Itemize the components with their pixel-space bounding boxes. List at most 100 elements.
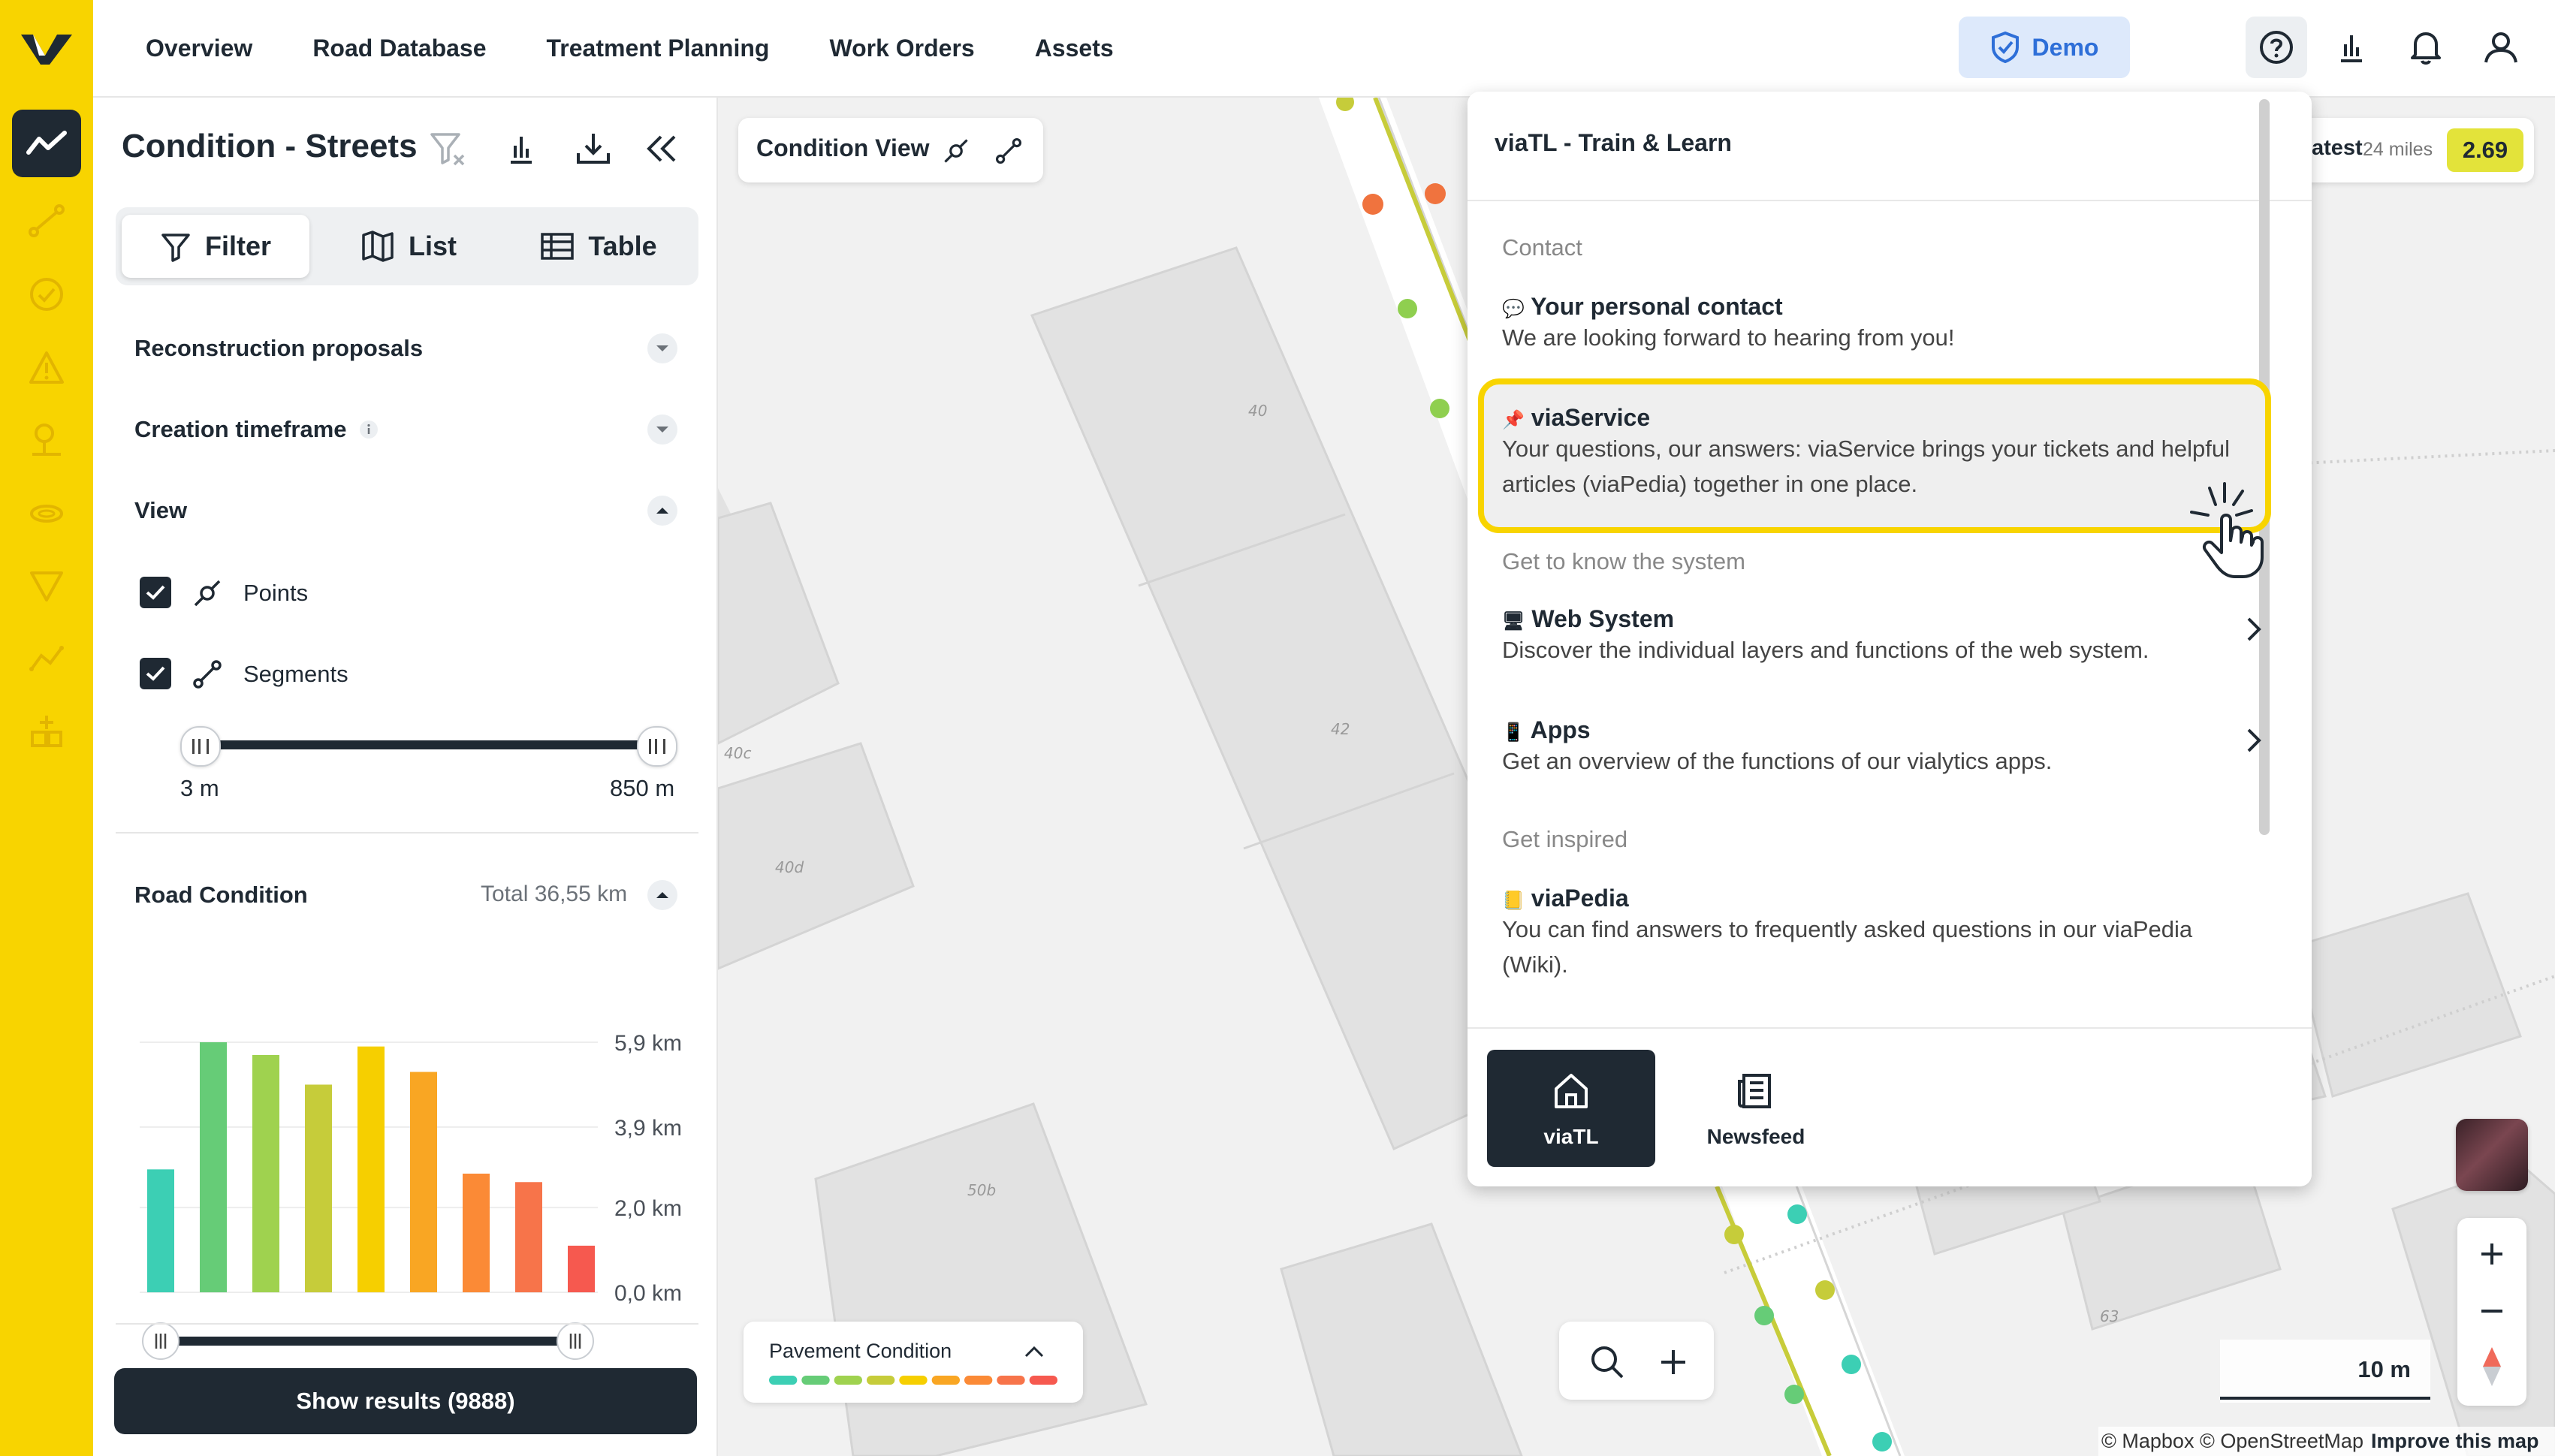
compass-icon[interactable] [2480,1346,2504,1388]
demo-label: Demo [2032,33,2099,61]
latest-label: atest [2312,136,2363,160]
condition-max-handle[interactable] [557,1322,594,1360]
check-circle-nav-icon[interactable] [24,272,69,317]
chart-bar[interactable] [357,1046,385,1292]
pointer-hand-icon [2190,482,2264,578]
newspaper-icon [1738,1074,1771,1108]
attribution-text[interactable]: © Mapbox © OpenStreetMap [2101,1430,2363,1453]
street-image-thumbnail[interactable] [2456,1119,2528,1191]
search-icon[interactable] [1589,1344,1625,1380]
app-sidebar [0,0,93,1456]
chevron-up-icon[interactable] [647,496,677,526]
train-and-learn-popup: viaTL - Train & Learn Contact 💬 Your per… [1468,92,2312,1186]
zoom-out-icon[interactable] [2477,1296,2507,1326]
chevron-right-icon[interactable] [2243,725,2265,755]
manhole-nav-icon[interactable] [24,491,69,536]
segments-icon [193,660,222,689]
add-icon[interactable] [1658,1347,1688,1377]
zoom-controls [2457,1218,2526,1406]
tab-list-label: List [408,231,457,261]
divider [116,832,698,834]
condition-range-track[interactable] [161,1337,575,1346]
road-condition-total: Total 36,55 km [481,882,628,906]
route-nav-icon[interactable] [24,635,69,680]
demo-button[interactable]: Demo [1959,17,2130,78]
road-condition-title[interactable]: Road Condition [134,882,308,909]
nav-assets[interactable]: Assets [1035,35,1114,62]
warning-nav-icon[interactable] [24,345,69,390]
chevron-down-icon[interactable] [647,333,677,363]
clear-filter-icon[interactable] [427,128,469,170]
chevron-right-icon[interactable] [2243,614,2265,644]
collapse-panel-icon[interactable] [640,128,682,170]
chevron-down-icon[interactable] [647,414,677,445]
zoom-in-icon[interactable] [2477,1239,2507,1269]
length-max-handle[interactable] [637,726,677,767]
show-results-button[interactable]: Show results (9888) [114,1368,697,1434]
house-number-label: 42 [1331,720,1350,738]
chart-bar[interactable] [463,1173,490,1292]
apps-desc: Get an overview of the functions of our … [1502,748,2053,774]
viaservice-desc: Your questions, our answers: viaService … [1502,436,2230,497]
tab-filter[interactable]: Filter [122,215,309,278]
chart-bar[interactable] [200,1042,227,1292]
pavement-condition-legend[interactable]: Pavement Condition [744,1322,1083,1403]
legend-swatch [769,1376,798,1385]
help-icon[interactable] [2246,17,2307,78]
legend-swatch [931,1376,960,1385]
creation-timeframe-row[interactable]: Creation timeframe [134,416,379,443]
statistics-icon[interactable] [2321,17,2382,78]
info-icon[interactable] [359,420,379,439]
reconstruction-proposals-label[interactable]: Reconstruction proposals [134,335,423,362]
condition-min-handle[interactable] [142,1322,179,1360]
view-section-label[interactable]: View [134,497,187,524]
condition-nav-icon[interactable] [12,110,81,177]
chart-bar[interactable] [305,1084,332,1292]
points-view-icon[interactable] [941,136,971,166]
chart-icon[interactable] [500,128,542,170]
latest-miles: 24 miles [2363,139,2433,160]
tab-newsfeed[interactable]: Newsfeed [1672,1050,1840,1167]
scale-label: 10 m [2357,1356,2411,1382]
chart-bar[interactable] [252,1054,279,1292]
length-range-track[interactable] [198,740,656,749]
nav-road-database[interactable]: Road Database [312,35,486,62]
chart-bar[interactable] [568,1245,595,1292]
points-checkbox[interactable] [140,577,171,608]
chart-y-tick-label: 3,9 km [614,1116,682,1141]
vialytics-logo[interactable] [17,18,77,75]
chart-bar[interactable] [147,1169,174,1292]
length-min-handle[interactable] [180,726,221,767]
nav-treatment-planning[interactable]: Treatment Planning [547,35,770,62]
improve-map-link[interactable]: Improve this map [2371,1430,2539,1453]
chevron-up-icon[interactable] [647,880,677,910]
notifications-bell-icon[interactable] [2395,17,2457,78]
tab-table[interactable]: Table [506,215,691,278]
segments-checkbox[interactable] [140,658,171,689]
personal-contact-title: Your personal contact [1531,293,1783,320]
length-max-label: 850 m [610,775,675,801]
nav-overview[interactable]: Overview [146,35,252,62]
segments-nav-icon[interactable] [24,198,69,243]
chart-bar[interactable] [515,1182,542,1292]
top-bar: Overview Road Database Treatment Plannin… [93,0,2555,98]
works-nav-icon[interactable] [24,709,69,754]
sign-nav-icon[interactable] [24,563,69,608]
viapedia-title: viaPedia [1531,885,1629,912]
tab-list[interactable]: List [318,215,499,278]
notebook-icon: 📒 [1502,891,1525,911]
user-profile-icon[interactable] [2470,17,2532,78]
personal-contact-desc: We are looking forward to hearing from y… [1502,324,1955,351]
download-icon[interactable] [572,128,614,170]
tab-viatl[interactable]: viaTL [1487,1050,1655,1167]
legend-swatch [997,1376,1025,1385]
chart-bar[interactable] [410,1072,437,1292]
latest-summary-chip[interactable]: atest 24 miles 2.69 [2298,118,2534,182]
segments-view-icon[interactable] [994,136,1024,166]
road-condition-chart: 5,9 km3,9 km2,0 km0,0 km12345 [140,1031,682,1389]
nav-work-orders[interactable]: Work Orders [829,35,974,62]
chevron-up-icon[interactable] [1023,1344,1045,1359]
popup-title: viaTL - Train & Learn [1495,129,1732,156]
tree-nav-icon[interactable] [24,418,69,463]
get-inspired-section-label: Get inspired [1502,826,1628,852]
